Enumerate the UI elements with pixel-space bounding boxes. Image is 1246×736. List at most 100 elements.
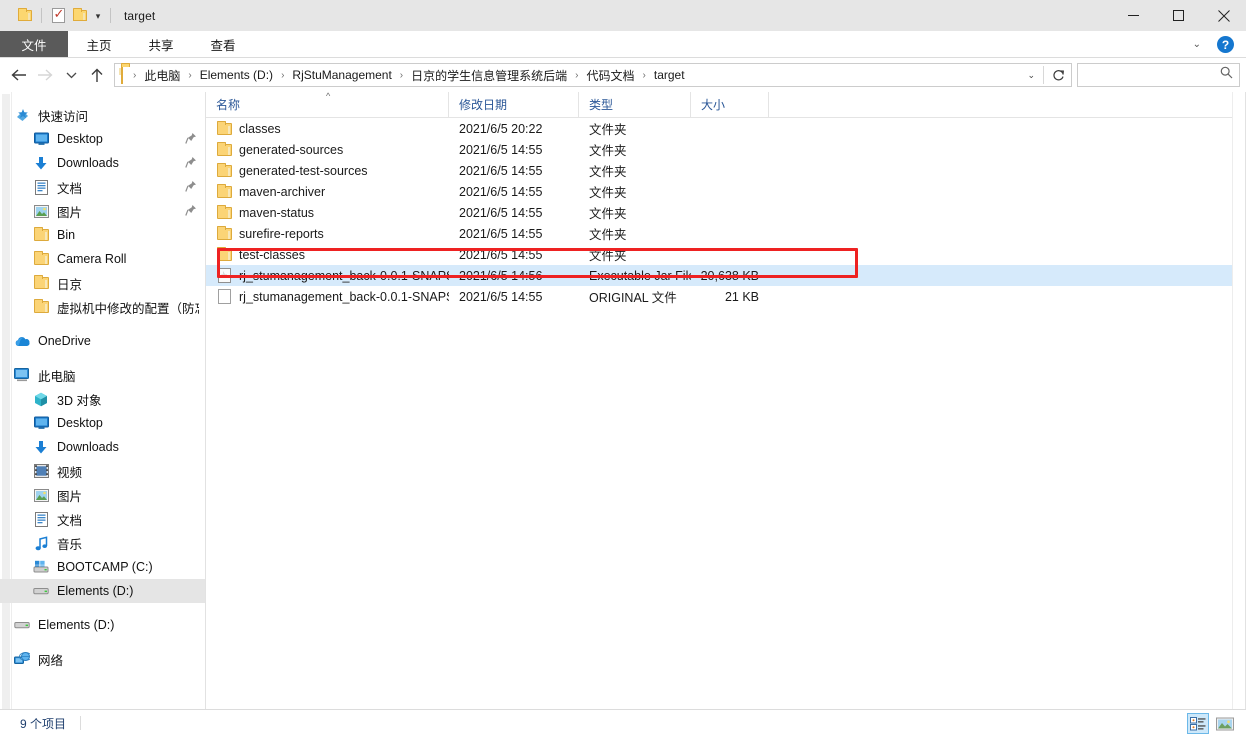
file-name-cell: ☕ rj_stumanagement_back-0.0.1-SNAPS... bbox=[206, 268, 449, 284]
sidebar-item-vm-config[interactable]: 虚拟机中修改的配置（防忘 bbox=[0, 295, 205, 319]
chevron-down-icon[interactable]: ⌄ bbox=[1187, 39, 1207, 50]
up-arrow-icon[interactable] bbox=[84, 62, 110, 88]
close-icon[interactable] bbox=[1201, 0, 1246, 31]
sidebar-item-this-pc[interactable]: 此电脑 bbox=[0, 363, 205, 387]
recent-locations-icon[interactable] bbox=[58, 62, 84, 88]
breadcrumb[interactable]: › 此电脑 › Elements (D:) › RjStuManagement … bbox=[114, 63, 1047, 87]
file-type: 文件夹 bbox=[589, 207, 627, 221]
table-row[interactable]: generated-test-sources 2021/6/5 14:55 文件… bbox=[206, 160, 1245, 181]
sidebar-item-music[interactable]: 音乐 bbox=[0, 531, 205, 555]
maximize-icon[interactable] bbox=[1156, 0, 1201, 31]
sidebar-item-videos[interactable]: 视频 bbox=[0, 459, 205, 483]
table-row[interactable]: rj_stumanagement_back-0.0.1-SNAPS... 202… bbox=[206, 286, 1245, 307]
sidebar-item-3d-objects[interactable]: 3D 对象 bbox=[0, 387, 205, 411]
table-row[interactable]: test-classes 2021/6/5 14:55 文件夹 bbox=[206, 244, 1245, 265]
sidebar-item-downloads[interactable]: Downloads bbox=[0, 151, 205, 175]
file-date: 2021/6/5 20:22 bbox=[459, 121, 543, 136]
sidebar-item-desktop[interactable]: Desktop bbox=[0, 127, 205, 151]
table-row[interactable]: classes 2021/6/5 20:22 文件夹 bbox=[206, 118, 1245, 139]
chevron-down-icon[interactable]: ▾ bbox=[91, 5, 105, 27]
folder-icon[interactable] bbox=[14, 5, 36, 27]
tab-home[interactable]: 主页 bbox=[68, 31, 130, 57]
table-row[interactable]: maven-archiver 2021/6/5 14:55 文件夹 bbox=[206, 181, 1245, 202]
file-name: surefire-reports bbox=[239, 226, 324, 241]
sidebar-item-pc-desktop[interactable]: Desktop bbox=[0, 411, 205, 435]
file-type: 文件夹 bbox=[589, 144, 627, 158]
breadcrumb-item-this-pc[interactable]: 此电脑 bbox=[142, 67, 182, 84]
file-name-cell: generated-sources bbox=[206, 141, 449, 158]
file-date: 2021/6/5 14:55 bbox=[459, 247, 543, 262]
pin-icon[interactable] bbox=[185, 204, 197, 218]
minimize-icon[interactable] bbox=[1111, 0, 1156, 31]
breadcrumb-item-target[interactable]: target bbox=[652, 68, 687, 82]
large-icons-view-icon[interactable] bbox=[1214, 713, 1236, 734]
file-list-scroll-gutter[interactable] bbox=[1232, 92, 1245, 709]
column-header-date[interactable]: 修改日期 bbox=[449, 92, 579, 117]
breadcrumb-item-elements-d[interactable]: Elements (D:) bbox=[198, 68, 275, 82]
pin-icon[interactable] bbox=[185, 156, 197, 170]
sidebar-item-quick-access[interactable]: 快速访问 bbox=[0, 103, 205, 127]
download-icon bbox=[33, 439, 49, 455]
column-header-type[interactable]: 类型 bbox=[579, 92, 691, 117]
tab-share[interactable]: 共享 bbox=[130, 31, 192, 57]
search-icon[interactable] bbox=[1220, 66, 1233, 84]
column-header-name[interactable]: 名称 ^ bbox=[206, 91, 449, 117]
breadcrumb-item-project[interactable]: 日京的学生信息管理系统后端 bbox=[409, 67, 569, 84]
properties-icon[interactable] bbox=[47, 5, 69, 27]
navigation-pane: 快速访问 Desktop Downloads 文档 图片 Bin Camera … bbox=[0, 92, 206, 709]
search-input[interactable] bbox=[1077, 63, 1240, 87]
chevron-down-icon[interactable]: ⌄ bbox=[1019, 70, 1043, 81]
sidebar-item-pc-downloads[interactable]: Downloads bbox=[0, 435, 205, 459]
file-name-cell: generated-test-sources bbox=[206, 162, 449, 179]
toolbar-divider-2 bbox=[110, 8, 111, 23]
breadcrumb-list: › 此电脑 › Elements (D:) › RjStuManagement … bbox=[127, 67, 1019, 84]
file-type: ORIGINAL 文件 bbox=[589, 291, 677, 305]
column-label: 大小 bbox=[701, 98, 726, 112]
sidebar-item-bin[interactable]: Bin bbox=[0, 223, 205, 247]
back-arrow-icon[interactable] bbox=[6, 62, 32, 88]
sidebar-item-pc-documents[interactable]: 文档 bbox=[0, 507, 205, 531]
file-type: 文件夹 bbox=[589, 123, 627, 137]
sidebar-item-network[interactable]: 网络 bbox=[0, 647, 205, 671]
column-header-size[interactable]: 大小 bbox=[691, 92, 769, 117]
tab-file[interactable]: 文件 bbox=[0, 31, 68, 57]
refresh-icon[interactable] bbox=[1046, 63, 1072, 87]
file-name-cell: maven-archiver bbox=[206, 183, 449, 200]
pin-icon[interactable] bbox=[185, 132, 197, 146]
sidebar-label: Elements (D:) bbox=[57, 584, 134, 598]
3d-objects-icon bbox=[33, 391, 49, 407]
forward-arrow-icon bbox=[32, 62, 58, 88]
table-row-selected[interactable]: ☕ rj_stumanagement_back-0.0.1-SNAPS... 2… bbox=[206, 265, 1245, 286]
sidebar-item-riking[interactable]: 日京 bbox=[0, 271, 205, 295]
file-name-cell: surefire-reports bbox=[206, 225, 449, 242]
search-field[interactable] bbox=[1084, 68, 1220, 82]
sidebar-label: Downloads bbox=[57, 156, 119, 170]
new-folder-icon[interactable] bbox=[69, 5, 91, 27]
file-type: 文件夹 bbox=[589, 186, 627, 200]
details-view-icon[interactable] bbox=[1187, 713, 1209, 734]
sidebar-item-bootcamp-c[interactable]: BOOTCAMP (C:) bbox=[0, 555, 205, 579]
table-row[interactable]: generated-sources 2021/6/5 14:55 文件夹 bbox=[206, 139, 1245, 160]
sidebar-item-onedrive[interactable]: OneDrive bbox=[0, 329, 205, 353]
breadcrumb-item-code-docs[interactable]: 代码文档 bbox=[585, 67, 637, 84]
sidebar-item-camera-roll[interactable]: Camera Roll bbox=[0, 247, 205, 271]
table-row[interactable]: surefire-reports 2021/6/5 14:55 文件夹 bbox=[206, 223, 1245, 244]
breadcrumb-separator: › bbox=[133, 69, 137, 81]
breadcrumb-item-rjstumanagement[interactable]: RjStuManagement bbox=[290, 68, 393, 82]
file-name: maven-status bbox=[239, 205, 315, 220]
sidebar-item-elements-d-root[interactable]: Elements (D:) bbox=[0, 613, 205, 637]
file-name-cell: maven-status bbox=[206, 204, 449, 221]
sidebar-item-pictures[interactable]: 图片 bbox=[0, 199, 205, 223]
sidebar-label: Desktop bbox=[57, 416, 103, 430]
sidebar-item-elements-d-selected[interactable]: Elements (D:) bbox=[0, 579, 205, 603]
tab-view[interactable]: 查看 bbox=[192, 31, 254, 57]
sidebar-item-documents[interactable]: 文档 bbox=[0, 175, 205, 199]
folder-icon bbox=[33, 251, 49, 267]
folder-icon bbox=[33, 227, 49, 243]
pin-icon[interactable] bbox=[185, 180, 197, 194]
sidebar-item-pc-pictures[interactable]: 图片 bbox=[0, 483, 205, 507]
table-row[interactable]: maven-status 2021/6/5 14:55 文件夹 bbox=[206, 202, 1245, 223]
help-icon[interactable]: ? bbox=[1217, 36, 1234, 53]
file-name: maven-archiver bbox=[239, 184, 326, 199]
sidebar-label: 图片 bbox=[57, 205, 83, 220]
